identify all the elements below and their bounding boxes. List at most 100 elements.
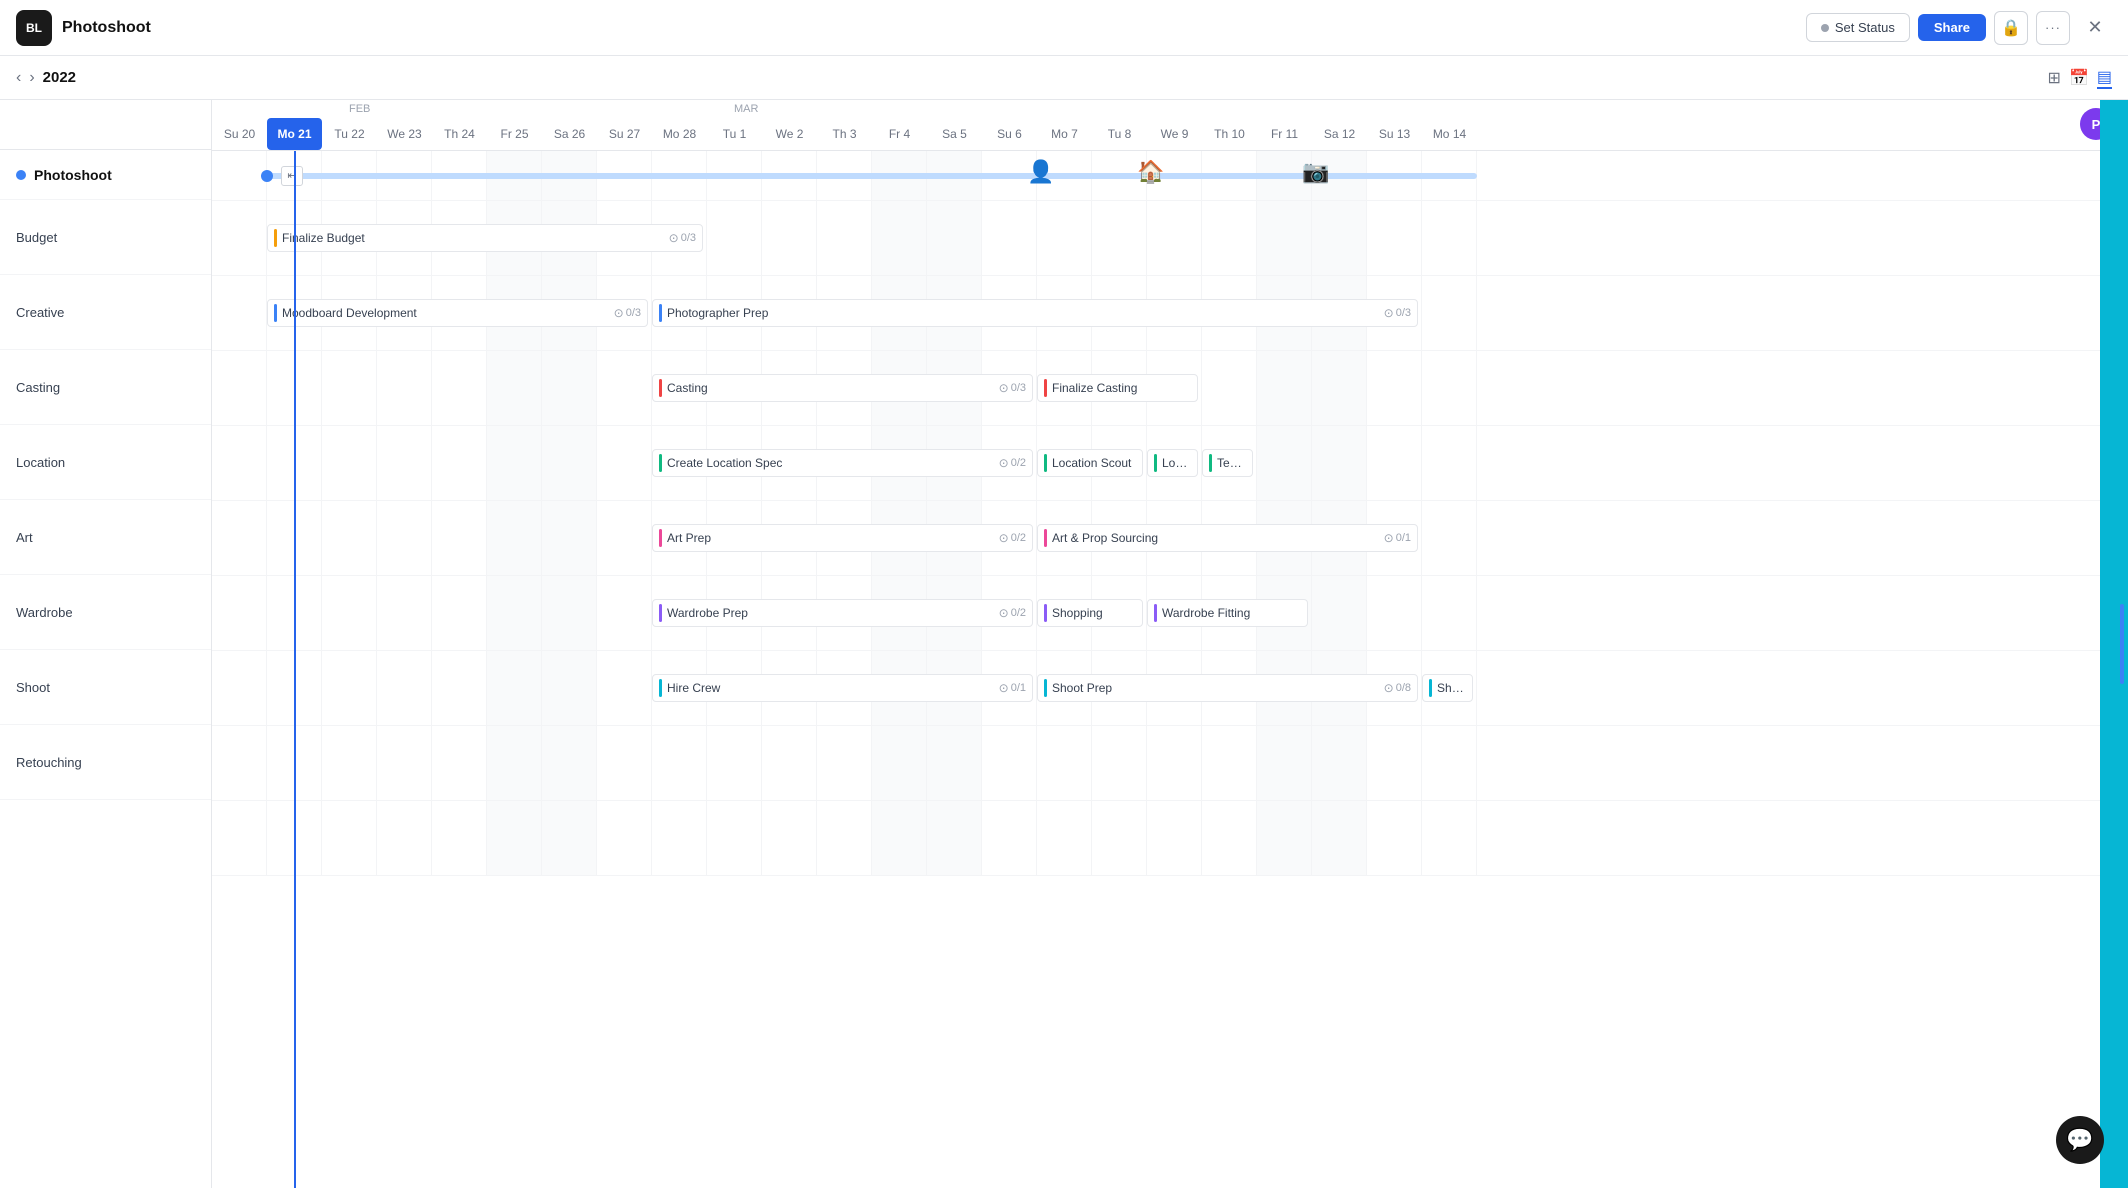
date-col-fr4: Fr 4 [872, 118, 927, 150]
project-dot [16, 170, 26, 180]
sidebar-item-shoot[interactable]: Shoot [0, 650, 211, 725]
year-label: 2022 [43, 69, 76, 86]
date-col-sa12: Sa 12 [1312, 118, 1367, 150]
task-count-11: ⊙0/2 [999, 606, 1026, 620]
chat-bubble[interactable]: 💬 [2056, 1116, 2104, 1164]
gantt-row-creative: Moodboard Development⊙0/3Photographer Pr… [212, 276, 2128, 351]
task-bar-7[interactable]: Lock L [1147, 449, 1198, 477]
gantt-cell-r4-c5 [487, 426, 542, 500]
next-button[interactable]: › [29, 69, 34, 87]
task-accent-4 [1044, 379, 1047, 397]
task-count-0: ⊙0/3 [669, 231, 696, 245]
task-bar-13[interactable]: Wardrobe Fitting [1147, 599, 1308, 627]
sidebar-item-casting[interactable]: Casting [0, 350, 211, 425]
task-label-11: Wardrobe Prep [667, 606, 993, 620]
sidebar-item-budget[interactable]: Budget [0, 200, 211, 275]
close-button[interactable]: ✕ [2078, 11, 2112, 45]
gantt-cell-r8-c9 [707, 726, 762, 800]
task-accent-2 [659, 304, 662, 322]
more-button[interactable]: ··· [2036, 11, 2070, 45]
task-accent-15 [1044, 679, 1047, 697]
task-bar-10[interactable]: Art & Prop Sourcing⊙0/1 [1037, 524, 1418, 552]
gantt-row-budget: Finalize Budget⊙0/3 [212, 201, 2128, 276]
view-controls: ⊞ 📅 ▤ [2048, 67, 2112, 89]
date-col-sa5: Sa 5 [927, 118, 982, 150]
task-label-2: Photographer Prep [667, 306, 1378, 320]
gantt-row-casting: Casting⊙0/3Finalize Casting [212, 351, 2128, 426]
task-bar-4[interactable]: Finalize Casting [1037, 374, 1198, 402]
month-labels-row: FEB MAR [212, 100, 2128, 118]
gantt-cell-r8-c2 [322, 726, 377, 800]
set-status-label: Set Status [1835, 20, 1895, 35]
gantt-cell-r9-c21 [1367, 801, 1422, 875]
gantt-cell-r8-c12 [872, 726, 927, 800]
sidebar-item-retouching[interactable]: Retouching [0, 725, 211, 800]
gantt-cell-r1-c20 [1312, 201, 1367, 275]
gantt-cell-r5-c3 [377, 501, 432, 575]
task-bar-16[interactable]: Shoot [1422, 674, 1473, 702]
sidebar-item-location[interactable]: Location [0, 425, 211, 500]
sidebar-item-creative[interactable]: Creative [0, 275, 211, 350]
timeline-avatar-0[interactable]: 👤 [1027, 159, 1054, 185]
gantt-cell-r8-c18 [1202, 726, 1257, 800]
gantt-cell-r8-c20 [1312, 726, 1367, 800]
task-accent-7 [1154, 454, 1157, 472]
task-bar-1[interactable]: Moodboard Development⊙0/3 [267, 299, 648, 327]
today-line [294, 151, 296, 1188]
gantt-cell-r1-c19 [1257, 201, 1312, 275]
gantt-cell-r6-c20 [1312, 576, 1367, 650]
date-col-su27: Su 27 [597, 118, 652, 150]
gantt-cell-r8-c7 [597, 726, 652, 800]
task-bar-5[interactable]: Create Location Spec⊙0/2 [652, 449, 1033, 477]
gantt-row-location: Create Location Spec⊙0/2Location ScoutLo… [212, 426, 2128, 501]
project-timeline-bar [267, 173, 1477, 179]
gantt-cell-r9-c2 [322, 801, 377, 875]
task-bar-3[interactable]: Casting⊙0/3 [652, 374, 1033, 402]
timeline-avatar-1[interactable]: 🏠 [1137, 159, 1164, 185]
task-bar-11[interactable]: Wardrobe Prep ⊙0/2 [652, 599, 1033, 627]
date-header: FEB MAR Su 20Mo 21Tu 22We 23Th 24Fr 25Sa… [212, 100, 2128, 151]
task-bar-14[interactable]: Hire Crew⊙0/1 [652, 674, 1033, 702]
gantt-cell-r1-c12 [872, 201, 927, 275]
task-bar-6[interactable]: Location Scout [1037, 449, 1143, 477]
timeline-avatar-2[interactable]: 📷 [1302, 159, 1329, 185]
task-bar-9[interactable]: Art Prep⊙0/2 [652, 524, 1033, 552]
sidebar: Photoshoot Budget Creative Casting Locat… [0, 100, 212, 1188]
task-accent-11 [659, 604, 662, 622]
set-status-button[interactable]: Set Status [1806, 13, 1910, 42]
gantt-cell-r9-c20 [1312, 801, 1367, 875]
task-accent-6 [1044, 454, 1047, 472]
task-label-15: Shoot Prep [1052, 681, 1378, 695]
gantt-body: ⇤ 👤 🏠 📷 Finalize Budget⊙0/3 Moodboard Devel… [212, 151, 2128, 1188]
task-count-3: ⊙0/3 [999, 381, 1026, 395]
gantt-cell-r9-c6 [542, 801, 597, 875]
sidebar-item-wardrobe[interactable]: Wardrobe [0, 575, 211, 650]
share-button[interactable]: Share [1918, 14, 1986, 41]
zoom-icon[interactable]: ⊞ [2048, 68, 2061, 88]
gantt-cell-r6-c7 [597, 576, 652, 650]
task-bar-8[interactable]: Tech S [1202, 449, 1253, 477]
gantt-cell-r6-c2 [322, 576, 377, 650]
gantt-cell-r4-c7 [597, 426, 652, 500]
lock-button[interactable]: 🔒 [1994, 11, 2028, 45]
gantt-cell-r9-c7 [597, 801, 652, 875]
task-bar-15[interactable]: Shoot Prep⊙0/8 [1037, 674, 1418, 702]
task-accent-1 [274, 304, 277, 322]
calendar-icon[interactable]: 📅 [2069, 68, 2089, 88]
sidebar-project-row[interactable]: Photoshoot [0, 150, 211, 200]
gantt-cell-r9-c8 [652, 801, 707, 875]
task-accent-14 [659, 679, 662, 697]
sidebar-item-art[interactable]: Art [0, 500, 211, 575]
gantt-cell-r7-c7 [597, 651, 652, 725]
task-bar-0[interactable]: Finalize Budget⊙0/3 [267, 224, 703, 252]
task-bar-2[interactable]: Photographer Prep⊙0/3 [652, 299, 1418, 327]
task-bar-12[interactable]: Shopping [1037, 599, 1143, 627]
gantt-cell-r1-c9 [707, 201, 762, 275]
gantt-cell-r9-c22 [1422, 801, 1477, 875]
gantt-icon[interactable]: ▤ [2097, 67, 2112, 89]
gantt-cell-r7-c0 [212, 651, 267, 725]
prev-button[interactable]: ‹ [16, 69, 21, 87]
gantt-cell-r1-c15 [1037, 201, 1092, 275]
collapse-button[interactable]: ⇤ [281, 166, 303, 186]
task-accent-8 [1209, 454, 1212, 472]
